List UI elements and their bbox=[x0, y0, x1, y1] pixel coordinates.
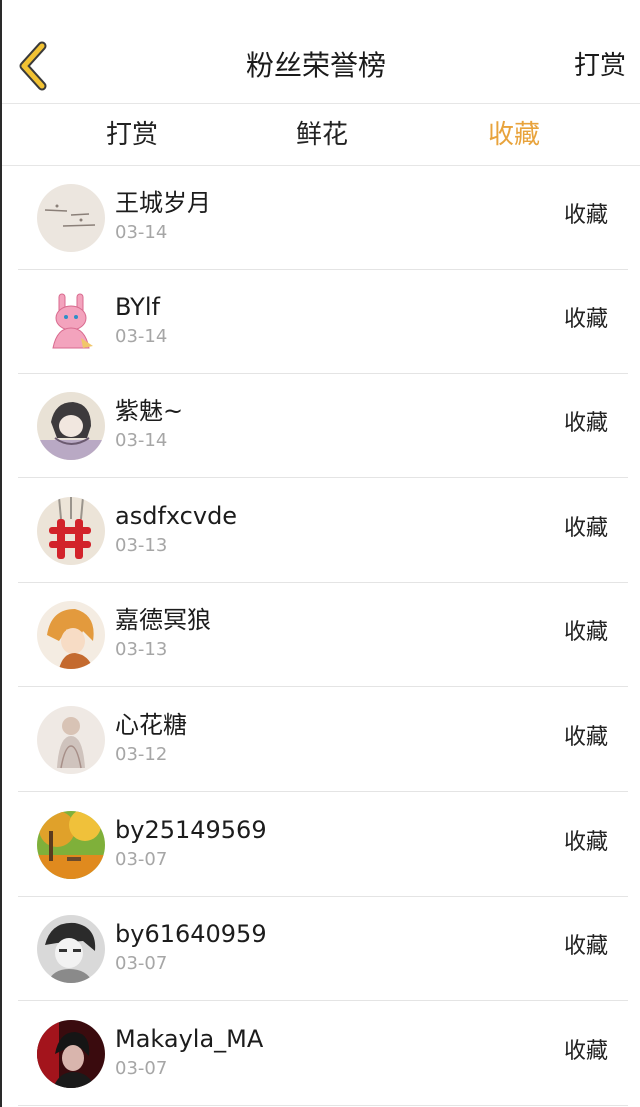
avatar bbox=[37, 288, 105, 356]
tab-flowers[interactable]: 鲜花 bbox=[296, 115, 348, 155]
fan-name: 紫魅~ bbox=[115, 397, 184, 425]
row-action-label: 收藏 bbox=[563, 411, 608, 436]
fan-date: 03-13 bbox=[115, 639, 168, 660]
fan-name: 嘉德冥狼 bbox=[115, 606, 211, 634]
row-action-label: 收藏 bbox=[563, 516, 608, 541]
reward-button[interactable]: 打赏 bbox=[574, 46, 626, 86]
row-action-label: 收藏 bbox=[563, 307, 608, 332]
fan-date: 03-07 bbox=[115, 1058, 168, 1079]
row-action-label: 收藏 bbox=[563, 1039, 608, 1064]
avatar bbox=[37, 392, 105, 460]
list-item[interactable]: 王城岁月 03-14 收藏 bbox=[2, 166, 640, 270]
tab-reward[interactable]: 打赏 bbox=[106, 115, 158, 155]
fan-date: 03-13 bbox=[115, 535, 168, 556]
fan-date: 03-14 bbox=[115, 222, 168, 243]
anime-character-avatar bbox=[37, 601, 105, 669]
avatar bbox=[37, 601, 105, 669]
tab-favorites[interactable]: 收藏 bbox=[488, 115, 540, 155]
list-item[interactable]: asdfxcvde 03-13 收藏 bbox=[2, 479, 640, 583]
fan-name: asdfxcvde bbox=[115, 502, 238, 530]
fan-name: by25149569 bbox=[115, 816, 267, 844]
avatar bbox=[37, 915, 105, 983]
fan-date: 03-14 bbox=[115, 326, 168, 347]
divider bbox=[18, 1000, 628, 1001]
pink-bunny-avatar bbox=[37, 288, 105, 356]
divider bbox=[18, 1105, 628, 1106]
fan-name: Makayla_MA bbox=[115, 1025, 264, 1053]
handwriting-note-avatar bbox=[37, 184, 105, 252]
fan-name: by61640959 bbox=[115, 920, 267, 948]
girl-sketch-avatar bbox=[37, 392, 105, 460]
red-knot-avatar bbox=[37, 497, 105, 565]
row-action-label: 收藏 bbox=[563, 830, 608, 855]
row-action-label: 收藏 bbox=[563, 620, 608, 645]
page: 粉丝荣誉榜 打赏 打赏 鲜花 收藏 王城岁月 03-14 收藏 BYlf 03-… bbox=[0, 0, 640, 1107]
autumn-park-avatar bbox=[37, 811, 105, 879]
fan-date: 03-07 bbox=[115, 953, 168, 974]
list-item[interactable]: by25149569 03-07 收藏 bbox=[2, 793, 640, 897]
page-title: 粉丝荣誉榜 bbox=[245, 49, 386, 82]
fan-date: 03-14 bbox=[115, 430, 168, 451]
list-item[interactable]: Makayla_MA 03-07 收藏 bbox=[2, 1002, 640, 1106]
row-action-label: 收藏 bbox=[563, 725, 608, 750]
divider bbox=[18, 686, 628, 687]
nav-header: 粉丝荣誉榜 打赏 bbox=[2, 0, 640, 104]
list-item[interactable]: 心花糖 03-12 收藏 bbox=[2, 688, 640, 792]
avatar bbox=[37, 497, 105, 565]
avatar bbox=[37, 184, 105, 252]
divider bbox=[18, 477, 628, 478]
avatar bbox=[37, 706, 105, 774]
bw-portrait-avatar bbox=[37, 915, 105, 983]
divider bbox=[18, 791, 628, 792]
avatar bbox=[37, 811, 105, 879]
doll-figure-avatar bbox=[37, 706, 105, 774]
dark-red-portrait-avatar bbox=[37, 1020, 105, 1088]
row-action-label: 收藏 bbox=[563, 203, 608, 228]
list-item[interactable]: BYlf 03-14 收藏 bbox=[2, 270, 640, 374]
list-item[interactable]: by61640959 03-07 收藏 bbox=[2, 897, 640, 1001]
fan-name: BYlf bbox=[115, 293, 160, 321]
tab-bar: 打赏 鲜花 收藏 bbox=[2, 104, 640, 166]
avatar bbox=[37, 1020, 105, 1088]
list-item[interactable]: 紫魅~ 03-14 收藏 bbox=[2, 374, 640, 478]
fan-date: 03-07 bbox=[115, 849, 168, 870]
fan-name: 心花糖 bbox=[115, 711, 187, 739]
row-action-label: 收藏 bbox=[563, 934, 608, 959]
fan-date: 03-12 bbox=[115, 744, 168, 765]
list-item[interactable]: 嘉德冥狼 03-13 收藏 bbox=[2, 583, 640, 687]
fan-name: 王城岁月 bbox=[115, 189, 211, 217]
